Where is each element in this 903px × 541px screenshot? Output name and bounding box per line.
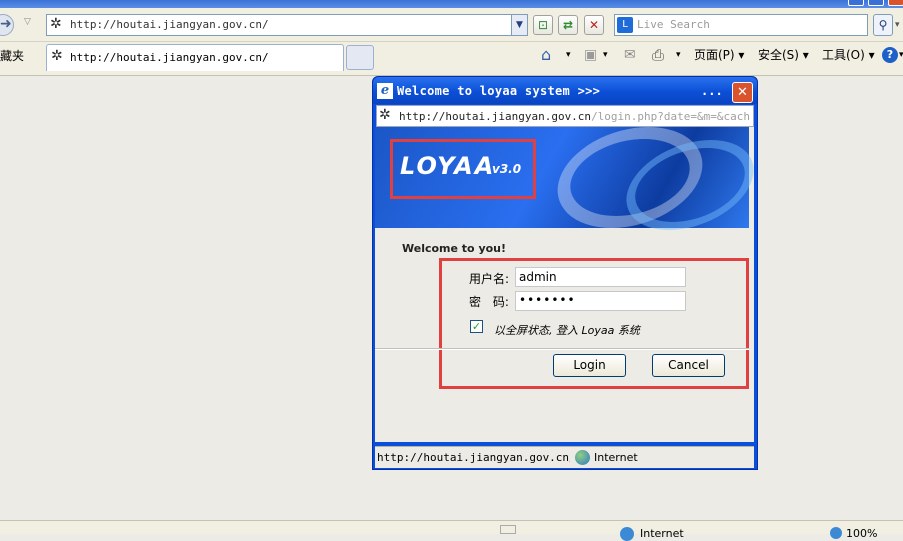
safety-menu[interactable]: 安全(S) ▾: [758, 47, 809, 63]
fullscreen-label: 以全屏状态, 登入 Loyaa 系统: [494, 324, 640, 337]
stop-icon[interactable]: ✕: [584, 15, 604, 35]
home-icon[interactable]: ⌂: [541, 47, 551, 63]
new-tab-button[interactable]: [346, 45, 374, 70]
home-dropdown-icon[interactable]: ▾: [566, 47, 571, 63]
minimize-button[interactable]: [848, 0, 864, 6]
address-input[interactable]: http://houtai.jiangyan.gov.cn/: [70, 18, 269, 31]
page-menu[interactable]: 页面(P) ▾: [694, 47, 744, 63]
favorites-label[interactable]: 藏夹: [0, 47, 24, 64]
back-icon: ➜: [0, 16, 12, 32]
globe-icon: [620, 527, 634, 541]
help-icon[interactable]: ?: [882, 47, 898, 63]
ie-icon: e: [377, 83, 393, 99]
favicon-icon: ✲: [379, 107, 391, 123]
popup-status-zone: Internet: [594, 451, 638, 464]
print-dropdown-icon[interactable]: ▾: [676, 47, 681, 63]
login-button[interactable]: Login: [553, 354, 626, 377]
cancel-button[interactable]: Cancel: [652, 354, 725, 377]
divider: [375, 348, 749, 350]
password-label: 密 码:: [469, 295, 509, 309]
maximize-button[interactable]: [868, 0, 884, 6]
tools-menu[interactable]: 工具(O) ▾: [822, 47, 875, 63]
history-dropdown-icon[interactable]: ▽: [24, 17, 31, 27]
popup-title-dots: ...: [701, 84, 723, 98]
tab-title: http://houtai.jiangyan.gov.cn/: [70, 51, 269, 64]
tab-favicon-icon: ✲: [51, 48, 63, 64]
logo-version: v3.0: [492, 162, 522, 176]
password-input[interactable]: •••••••: [515, 291, 686, 311]
popup-close-button[interactable]: ✕: [732, 82, 753, 103]
username-label: 用户名:: [469, 272, 510, 286]
browser-title-bar: [0, 0, 903, 8]
mail-icon[interactable]: ✉: [624, 47, 636, 63]
address-dropdown-button[interactable]: ▼: [511, 15, 527, 35]
browser-status-bar: [0, 520, 903, 534]
search-placeholder: Live Search: [637, 18, 710, 31]
loyaa-logo: LOYAA: [400, 152, 496, 180]
compat-icon[interactable]: ⊡: [533, 15, 553, 35]
search-icon[interactable]: ⚲: [873, 14, 893, 36]
status-panel: [500, 525, 516, 534]
feed-dropdown-icon[interactable]: ▾: [603, 47, 608, 63]
refresh-icon[interactable]: ⇄: [558, 15, 578, 35]
help-dropdown-icon[interactable]: ▾: [899, 47, 903, 63]
favicon-icon: ✲: [50, 16, 62, 32]
close-button[interactable]: [888, 0, 903, 6]
fullscreen-checkbox[interactable]: ✓: [470, 320, 483, 333]
popup-title: Welcome to loyaa system >>>: [397, 84, 601, 98]
zoom-icon[interactable]: [830, 527, 842, 539]
print-icon[interactable]: ⎙: [652, 47, 664, 63]
username-input[interactable]: admin: [515, 267, 686, 287]
feed-icon[interactable]: ▣: [584, 47, 597, 63]
popup-address-text: http://houtai.jiangyan.gov.cn/login.php?…: [399, 110, 749, 123]
welcome-text: Welcome to you!: [402, 242, 507, 255]
globe-icon: [575, 450, 590, 465]
popup-status-text: http://houtai.jiangyan.gov.cn/lo: [377, 451, 570, 464]
search-dropdown-icon[interactable]: ▾: [895, 14, 900, 36]
live-search-icon: L: [617, 17, 633, 33]
